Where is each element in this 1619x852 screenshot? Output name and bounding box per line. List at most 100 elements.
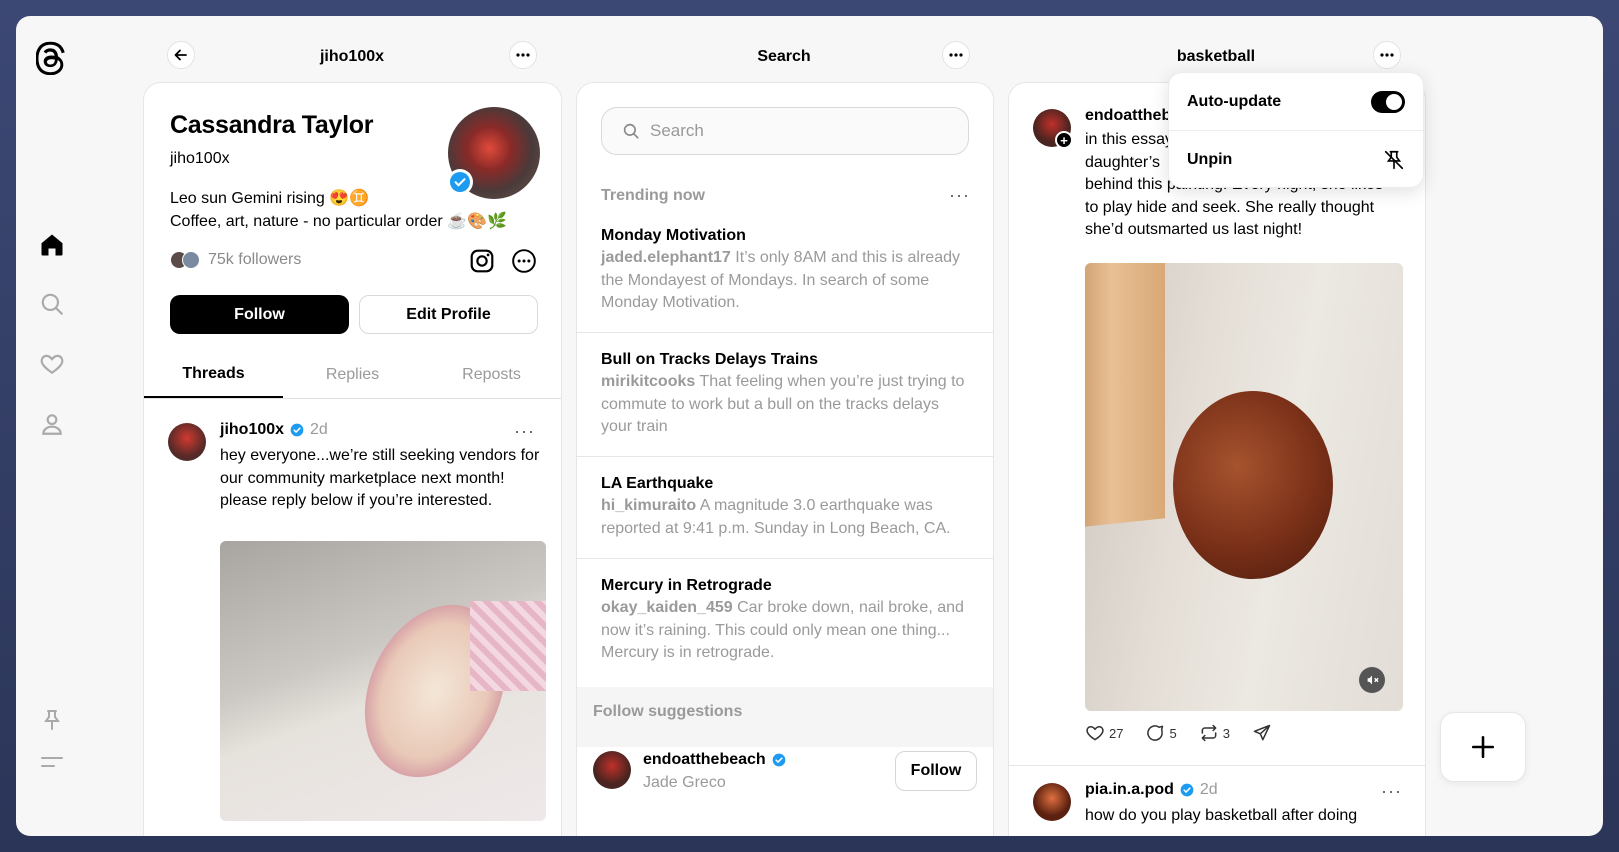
post-image[interactable] <box>220 541 546 821</box>
menu-item-unpin[interactable]: Unpin <box>1169 131 1423 189</box>
divider <box>1009 765 1425 766</box>
profile-handle: jiho100x <box>170 150 230 167</box>
post-text-line: she’d outsmarted us last night! <box>1085 221 1303 238</box>
painting-frame-shape <box>1085 263 1165 528</box>
trend-title: Mercury in Retrograde <box>601 577 772 594</box>
trend-title: Monday Motivation <box>601 227 746 244</box>
basket-shape <box>470 601 546 691</box>
profile-column-more-button[interactable] <box>509 41 537 69</box>
share-button[interactable] <box>1252 723 1272 743</box>
threads-logo-icon[interactable] <box>34 38 70 78</box>
post-more-button[interactable]: ··· <box>514 421 535 442</box>
auto-update-toggle[interactable] <box>1371 90 1405 113</box>
like-count: 27 <box>1109 725 1124 741</box>
search-box <box>601 107 969 155</box>
post-header: jiho100x 2d <box>220 421 328 439</box>
post-avatar[interactable] <box>168 423 206 461</box>
app-window: jiho100x Cassandra Taylor jiho100x Leo s… <box>16 16 1603 836</box>
follow-button[interactable]: Follow <box>170 295 349 334</box>
post-username[interactable]: jiho100x <box>220 421 284 439</box>
post-time: 2d <box>1199 781 1218 798</box>
plus-icon <box>1471 735 1495 759</box>
suggestion-header: endoatthebeach <box>643 751 786 769</box>
post-username[interactable]: endoattheb <box>1085 107 1171 125</box>
trend-body: jaded.elephant17 It’s only 8AM and this … <box>601 247 969 315</box>
repost-button[interactable]: 3 <box>1199 723 1230 743</box>
like-button[interactable]: 27 <box>1085 723 1123 743</box>
feed-column: + endoattheb in this essay daughter’s be… <box>1008 82 1426 836</box>
tab-threads[interactable]: Threads <box>144 351 283 398</box>
trend-title: Bull on Tracks Delays Trains <box>601 351 818 368</box>
menu-item-auto-update[interactable]: Auto-update <box>1169 73 1423 131</box>
trend-user: jaded.elephant17 <box>601 249 731 266</box>
profile-tabs: Threads Replies Reposts <box>144 351 561 399</box>
mute-icon[interactable] <box>1359 667 1385 693</box>
search-icon[interactable] <box>34 286 70 322</box>
trend-body: mirikitcooks That feeling when you’re ju… <box>601 371 969 439</box>
more-circle-icon[interactable] <box>510 247 538 275</box>
trend-item[interactable]: Monday Motivation jaded.elephant17 It’s … <box>577 227 993 333</box>
verified-icon <box>290 423 304 437</box>
profile-name: Cassandra Taylor <box>170 111 374 139</box>
comment-icon <box>1147 725 1164 741</box>
search-input[interactable] <box>650 121 950 141</box>
follow-plus-icon[interactable]: + <box>1055 131 1073 149</box>
feed-column-more-button[interactable] <box>1373 41 1401 69</box>
post-actions: 27 5 3 <box>1085 723 1272 743</box>
followers-link[interactable]: 75k followers <box>170 251 301 269</box>
profile-icon[interactable] <box>34 406 70 442</box>
trending-label: Trending now <box>601 187 705 204</box>
search-column-more-button[interactable] <box>942 41 970 69</box>
share-icon <box>1253 724 1271 741</box>
search-column: Trending now ··· Monday Motivation jaded… <box>576 82 994 836</box>
edit-profile-button[interactable]: Edit Profile <box>359 295 538 334</box>
repost-count: 3 <box>1222 725 1230 741</box>
search-column-title: Search <box>757 48 811 65</box>
basketball-shape <box>1173 391 1333 579</box>
trend-item[interactable]: LA Earthquake hi_kimuraito A magnitude 3… <box>577 475 993 559</box>
trend-item[interactable]: Mercury in Retrograde okay_kaiden_459 Ca… <box>577 577 993 677</box>
profile-column: Cassandra Taylor jiho100x Leo sun Gemini… <box>143 82 562 836</box>
left-rail <box>16 16 88 836</box>
pin-icon[interactable] <box>34 702 70 738</box>
tab-replies[interactable]: Replies <box>283 351 422 398</box>
verified-badge-icon <box>447 169 473 195</box>
post-more-button[interactable]: ··· <box>1381 781 1402 802</box>
tab-reposts[interactable]: Reposts <box>422 351 561 398</box>
heart-icon <box>1086 725 1104 741</box>
post-text-line: to play hide and seek. She really though… <box>1085 198 1375 216</box>
unpin-icon <box>1384 150 1404 170</box>
post-time: 2d <box>310 421 328 438</box>
comment-count: 5 <box>1169 725 1177 741</box>
trend-title: LA Earthquake <box>601 475 714 492</box>
trend-user: hi_kimuraito <box>601 497 697 514</box>
comment-button[interactable]: 5 <box>1145 723 1177 743</box>
suggestion-avatar[interactable] <box>593 751 631 789</box>
menu-icon[interactable] <box>34 744 70 780</box>
trend-item[interactable]: Bull on Tracks Delays Trains mirikitcook… <box>577 351 993 457</box>
back-button[interactable] <box>167 41 195 69</box>
trending-more-button[interactable]: ··· <box>949 185 970 206</box>
post-username[interactable]: pia.in.a.pod <box>1085 781 1174 799</box>
new-post-button[interactable] <box>1440 712 1526 782</box>
trend-body: okay_kaiden_459 Car broke down, nail bro… <box>601 597 969 665</box>
column-options-menu: Auto-update Unpin <box>1168 72 1424 188</box>
repost-icon <box>1201 724 1217 742</box>
instagram-icon[interactable] <box>468 247 496 275</box>
menu-item-label: Unpin <box>1187 151 1233 168</box>
post-text: how do you play basketball after doing <box>1085 807 1358 824</box>
trend-body: hi_kimuraito A magnitude 3.0 earthquake … <box>601 495 969 540</box>
verified-icon <box>772 753 786 767</box>
suggestion-follow-button[interactable]: Follow <box>895 751 977 791</box>
post-avatar[interactable] <box>1033 783 1071 821</box>
post-video[interactable] <box>1085 263 1403 711</box>
feed-column-title: basketball <box>1176 48 1256 65</box>
heart-icon[interactable] <box>34 346 70 382</box>
menu-item-label: Auto-update <box>1187 92 1282 110</box>
post-text: hey everyone...we’re still seeking vendo… <box>220 447 540 509</box>
home-icon[interactable] <box>34 227 70 263</box>
followers-count: 75k followers <box>208 251 302 268</box>
search-icon <box>623 123 639 139</box>
suggestion-username[interactable]: endoatthebeach <box>643 751 766 769</box>
follow-suggestions-label: Follow suggestions <box>593 703 743 720</box>
